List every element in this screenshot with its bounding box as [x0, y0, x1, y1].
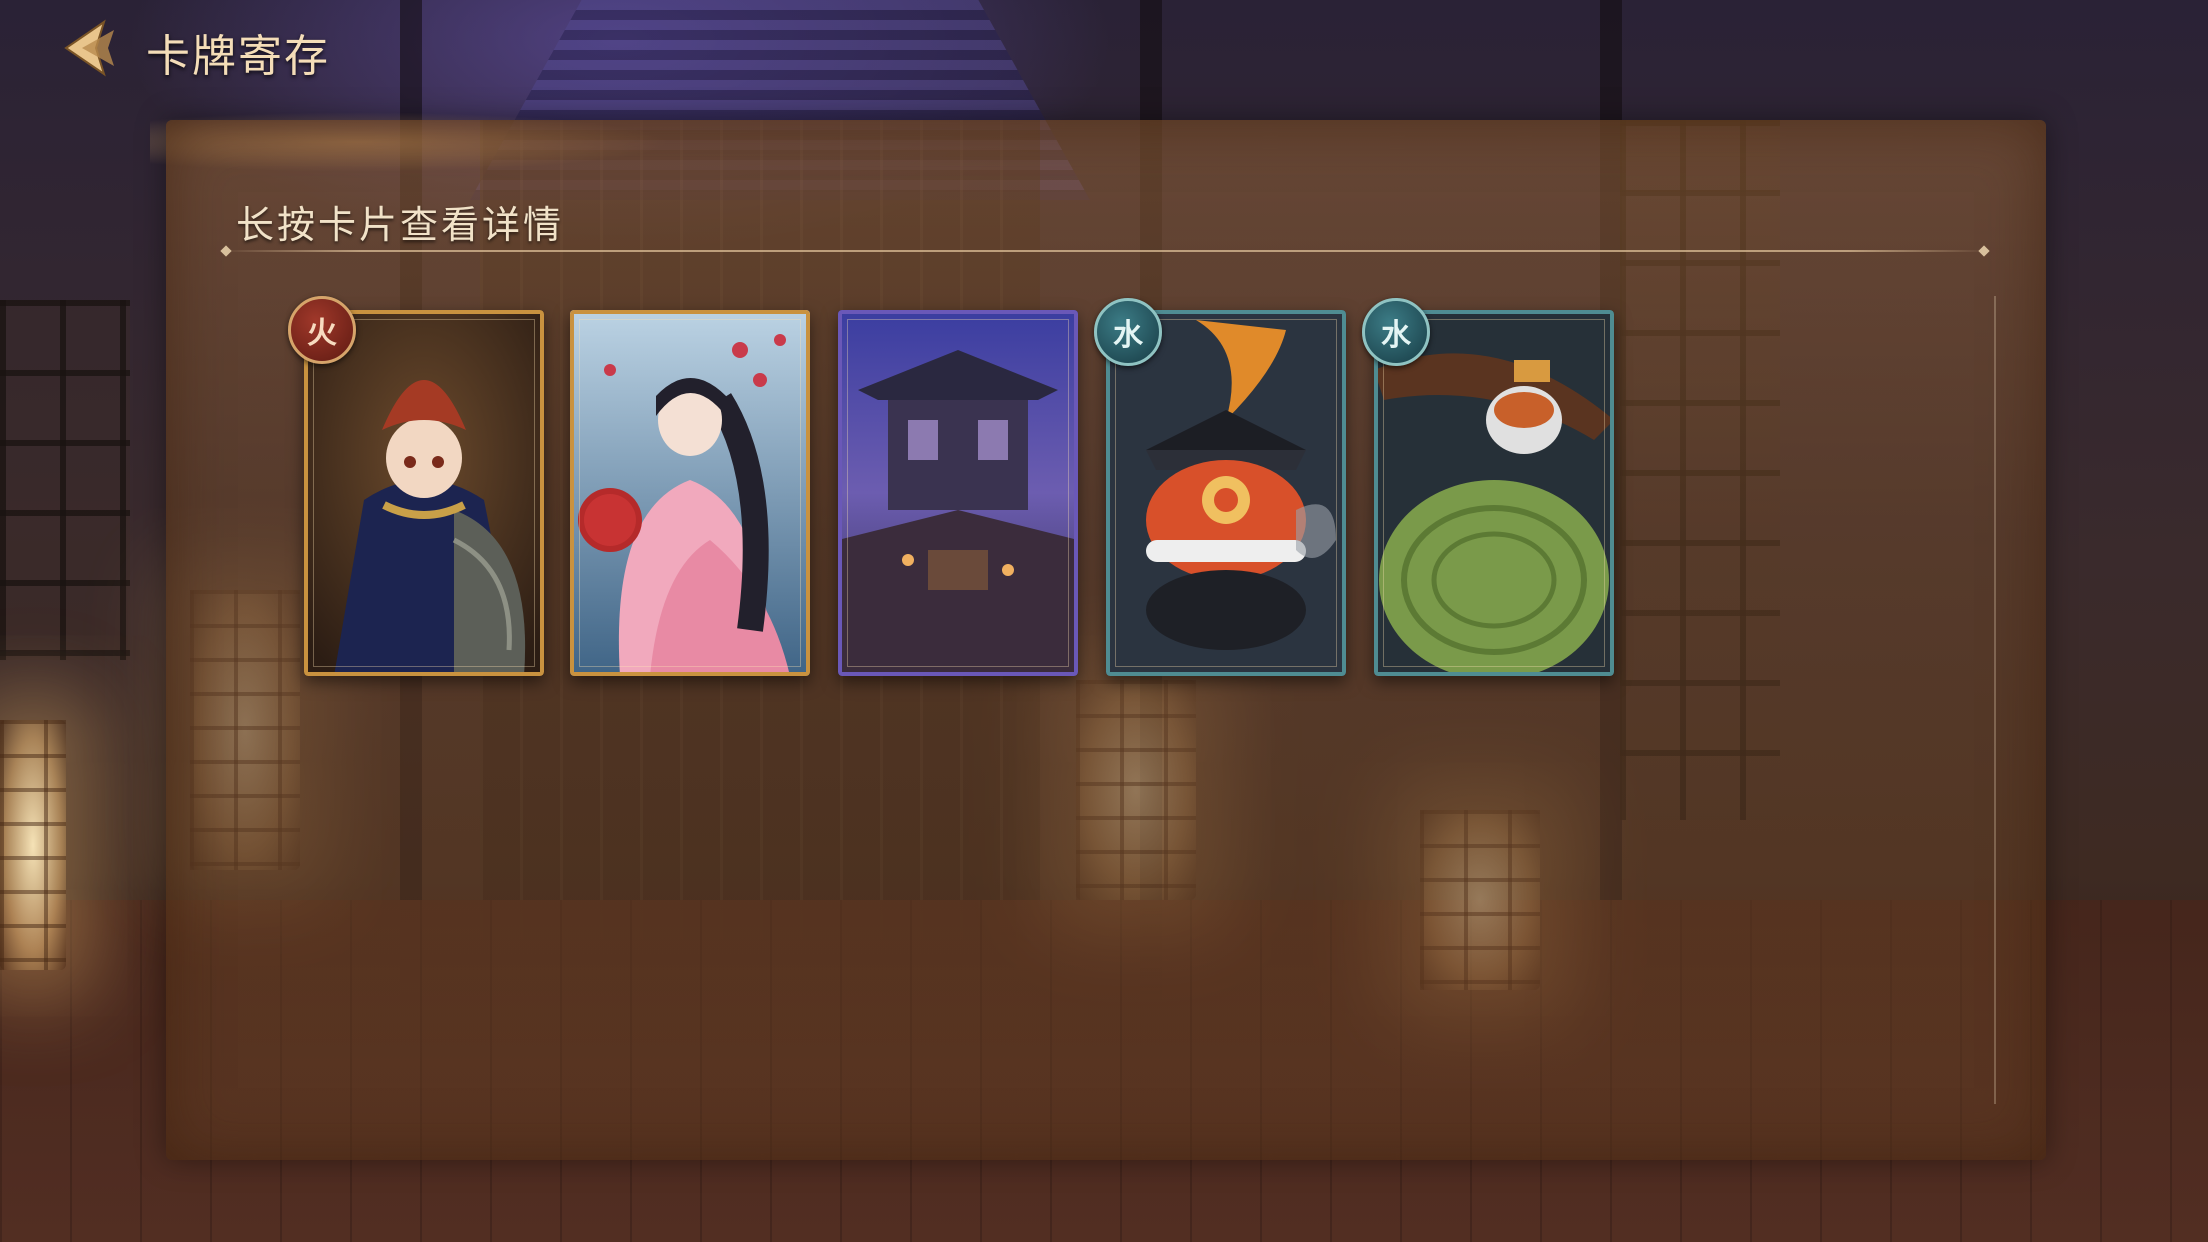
lantern-left: [0, 720, 66, 970]
card-pink-kimono[interactable]: [570, 310, 810, 676]
water-element-icon: 水: [1362, 298, 1430, 366]
back-button[interactable]: [52, 16, 122, 80]
page-title: 卡牌寄存: [146, 31, 330, 82]
background-lattice: [0, 300, 130, 660]
instruction-text: 长按卡片查看详情: [236, 203, 565, 247]
divider: [220, 250, 1990, 252]
water-element-icon: 水: [1094, 298, 1162, 366]
card-art-pink-kimono-girl: [570, 310, 810, 676]
chevron-left-icon: [64, 19, 114, 77]
card-art-night-shrine: [838, 310, 1078, 676]
card-fire-character[interactable]: [304, 310, 544, 676]
card-water-lantern-creature[interactable]: [1106, 310, 1346, 676]
card-shrine-scene[interactable]: [838, 310, 1078, 676]
card-art-helmet-creature: [1106, 310, 1346, 676]
card-art-red-panda-turtle: [1374, 310, 1614, 676]
card-water-turtle-rider[interactable]: [1374, 310, 1614, 676]
panel-edge-line: [1994, 296, 1996, 1104]
fire-element-icon: 火: [288, 296, 356, 364]
card-art-girl-red-hat: [304, 310, 544, 676]
